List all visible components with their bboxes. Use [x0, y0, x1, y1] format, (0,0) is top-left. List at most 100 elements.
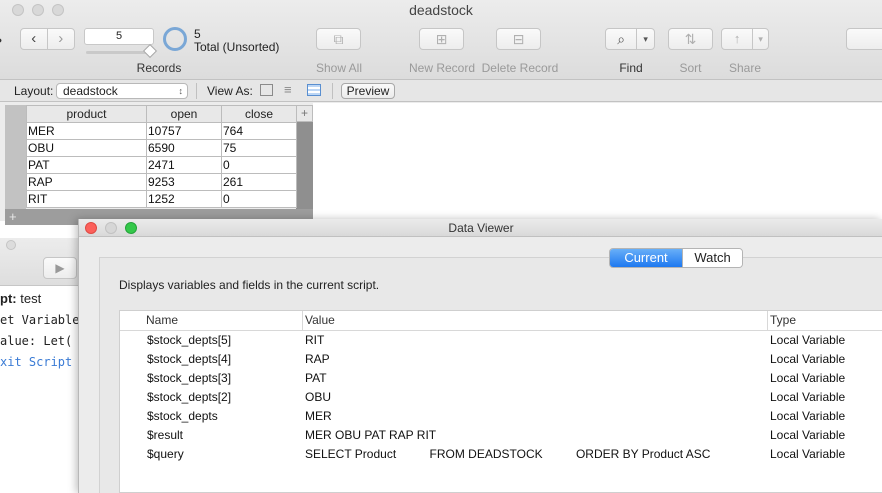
- find-button[interactable]: ⌕ ▾: [605, 28, 655, 50]
- chevron-right-icon: ›: [58, 30, 64, 47]
- table-cell[interactable]: 261: [221, 173, 297, 191]
- list-item[interactable]: $stock_depts[5] RIT Local Variable: [120, 331, 882, 350]
- variable-value: MER OBU PAT RAP RIT: [305, 428, 437, 442]
- list-item[interactable]: $stock_depts MER Local Variable: [120, 407, 882, 426]
- run-script-button[interactable]: ▶: [43, 257, 77, 279]
- delete-record-button[interactable]: ⊟: [496, 28, 541, 50]
- records-stack-icon: ⧉: [333, 31, 344, 47]
- zoom-window-button[interactable]: [52, 4, 64, 16]
- cutoff-toolbar-button[interactable]: [846, 28, 882, 50]
- new-record-button[interactable]: ⊞: [419, 28, 464, 50]
- script-step[interactable]: alue: Let( [: [0, 334, 87, 348]
- layout-select-value: deadstock: [63, 84, 118, 98]
- next-record-button[interactable]: ›: [48, 29, 74, 49]
- record-count: 5: [194, 27, 201, 41]
- list-item[interactable]: $stock_depts[4] RAP Local Variable: [120, 350, 882, 369]
- column-separator: [767, 311, 768, 331]
- list-item[interactable]: $query SELECT Product FROM DEADSTOCK ORD…: [120, 445, 882, 464]
- layout-divider: [196, 83, 197, 99]
- plus-box-icon: ⊞: [435, 31, 448, 47]
- table-cell[interactable]: 2471: [146, 156, 222, 174]
- view-as-form-icon[interactable]: [260, 84, 273, 96]
- column-header-open[interactable]: open: [146, 105, 222, 123]
- records-label: Records: [136, 61, 182, 75]
- variable-value: MER: [305, 409, 332, 423]
- minimize-window-button[interactable]: [32, 4, 44, 16]
- share-icon: ↑: [722, 29, 754, 49]
- variable-name: $stock_depts[4]: [147, 352, 232, 366]
- data-viewer-description: Displays variables and fields in the cur…: [119, 278, 380, 292]
- record-slider-track[interactable]: [86, 51, 152, 54]
- tab-current[interactable]: Current: [610, 249, 682, 267]
- select-arrows-icon: ↕: [178, 86, 184, 96]
- variable-type: Local Variable: [770, 390, 846, 404]
- chevron-down-icon[interactable]: ▾: [637, 29, 654, 49]
- show-all-button[interactable]: ⧉: [316, 28, 361, 50]
- share-button[interactable]: ↑ ▾: [721, 28, 769, 50]
- table-cell[interactable]: 6590: [146, 139, 222, 157]
- table-cell[interactable]: PAT: [26, 156, 147, 174]
- table-cell[interactable]: 10757: [146, 122, 222, 140]
- layout-select[interactable]: deadstock ↕: [56, 83, 188, 99]
- delete-record-label: Delete Record: [481, 61, 559, 75]
- script-step[interactable]: xit Script [: [0, 355, 87, 369]
- preview-button[interactable]: Preview: [341, 83, 395, 99]
- table-cell[interactable]: RIT: [26, 190, 147, 208]
- list-item[interactable]: $result MER OBU PAT RAP RIT Local Variab…: [120, 426, 882, 445]
- sort-button[interactable]: ⇅: [668, 28, 713, 50]
- script-label: pt:: [0, 291, 17, 306]
- column-header-type[interactable]: Type: [770, 311, 796, 330]
- window-title: deadstock: [409, 2, 473, 18]
- tab-watch[interactable]: Watch: [682, 249, 742, 267]
- list-item[interactable]: $stock_depts[2] OBU Local Variable: [120, 388, 882, 407]
- magnifier-icon: ⌕: [606, 29, 638, 49]
- variable-type: Local Variable: [770, 447, 846, 461]
- minus-box-icon: ⊟: [512, 31, 525, 47]
- debugger-script-title: pt: test: [0, 291, 41, 306]
- variable-value: OBU: [305, 390, 332, 404]
- records-table: product open close MER 10757 764 OBU 659…: [26, 105, 297, 208]
- table-cell[interactable]: 0: [221, 156, 297, 174]
- table-cell[interactable]: RAP: [26, 173, 147, 191]
- table-cell[interactable]: 9253: [146, 173, 222, 191]
- data-viewer-minimize-button[interactable]: [105, 222, 117, 234]
- column-header-close[interactable]: close: [221, 105, 297, 123]
- add-column-button[interactable]: +: [296, 105, 313, 122]
- previous-record-button[interactable]: ‹: [21, 29, 48, 49]
- view-as-table-icon[interactable]: [307, 84, 321, 96]
- show-all-label: Show All: [315, 61, 363, 75]
- variable-value: PAT: [305, 371, 327, 385]
- table-cell[interactable]: 75: [221, 139, 297, 157]
- variable-name: $stock_depts: [147, 409, 218, 423]
- variable-name: $result: [147, 428, 184, 442]
- add-row-button[interactable]: +: [9, 209, 17, 225]
- table-cell[interactable]: 1252: [146, 190, 222, 208]
- view-as-list-icon[interactable]: ≡: [284, 83, 292, 97]
- column-header-product[interactable]: product: [26, 105, 147, 123]
- column-header-value[interactable]: Value: [305, 311, 335, 330]
- record-progress-ring-icon: [163, 27, 187, 51]
- table-cell[interactable]: OBU: [26, 139, 147, 157]
- share-chevron-down-icon[interactable]: ▾: [753, 29, 768, 49]
- variable-type: Local Variable: [770, 333, 846, 347]
- table-row: PAT 2471 0: [26, 156, 297, 174]
- table-cell[interactable]: 764: [221, 122, 297, 140]
- data-viewer-close-button[interactable]: [85, 222, 97, 234]
- data-viewer-title: Data Viewer: [79, 219, 882, 237]
- variable-value: RAP: [305, 352, 330, 366]
- close-window-button[interactable]: [12, 4, 24, 16]
- column-header-name[interactable]: Name: [146, 311, 178, 330]
- record-nav-group: ‹ ›: [20, 28, 75, 50]
- find-label: Find: [619, 61, 643, 75]
- current-record-input[interactable]: 5: [84, 28, 154, 45]
- table-cell[interactable]: 0: [221, 190, 297, 208]
- list-item[interactable]: $stock_depts[3] PAT Local Variable: [120, 369, 882, 388]
- share-label: Share: [728, 61, 762, 75]
- variable-type: Local Variable: [770, 428, 846, 442]
- debugger-close-button[interactable]: [6, 240, 16, 250]
- layout-label: Layout:: [14, 84, 54, 98]
- data-viewer-window: Data Viewer Current Watch Displays varia…: [78, 219, 882, 493]
- table-cell[interactable]: MER: [26, 122, 147, 140]
- variable-type: Local Variable: [770, 352, 846, 366]
- data-viewer-zoom-button[interactable]: [125, 222, 137, 234]
